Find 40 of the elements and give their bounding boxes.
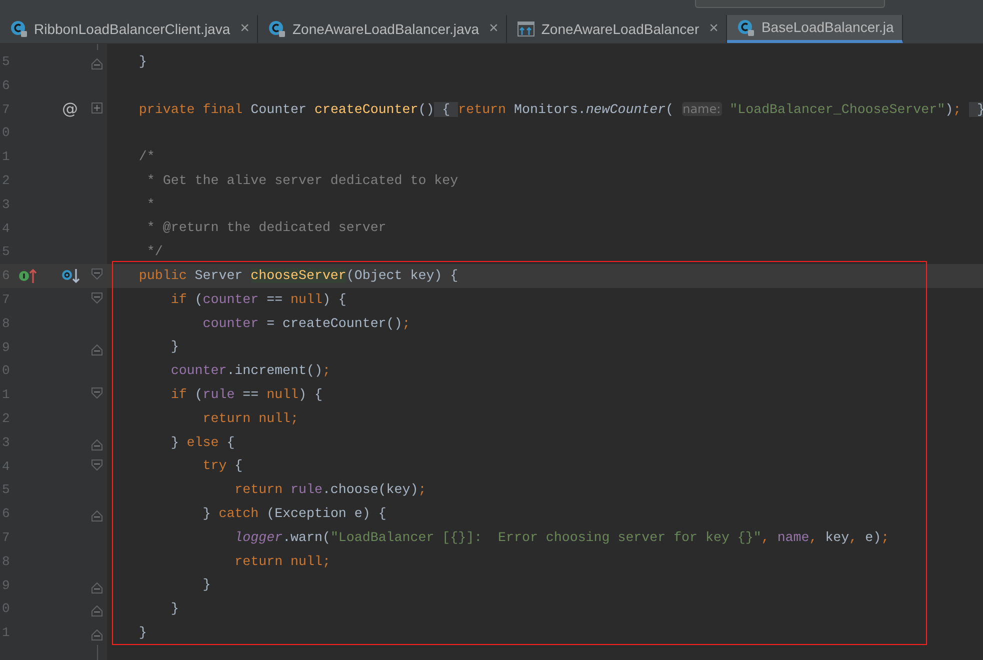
code-line: public Server chooseServer(Object key) { [138,267,458,286]
code-line: return rule.choose(key); [234,481,426,500]
code-line: if (counter == null) { [170,290,346,309]
close-icon[interactable]: × [489,17,498,41]
code-line: } [202,576,211,594]
code-line: counter.increment(); [170,362,330,380]
code-line: return null; [234,552,330,571]
class-file-icon [10,20,28,38]
code-line: } else { [170,434,235,452]
annotation-marker[interactable]: @ [62,100,78,118]
code-line: try { [202,457,243,476]
editor-tab[interactable]: ZoneAwareLoadBalancer × [507,15,728,43]
code-line: logger.warn("LoadBalancer [{}]: Error choosing server for key {}", name, key, e); [234,528,890,547]
tab-label: ZoneAwareLoadBalancer.java [292,20,480,39]
code-line: */ [146,243,163,262]
code-line: } [170,338,179,356]
implemented-method-icon[interactable] [18,268,38,284]
editor-tab[interactable]: RibbonLoadBalancerClient.java × [0,15,258,43]
editor-tab[interactable]: ZoneAwareLoadBalancer.java × [258,15,508,43]
code-line: counter = createCounter(); [202,314,410,333]
tab-label: ZoneAwareLoadBalancer [541,20,700,38]
tab-label: BaseLoadBalancer.ja [761,18,894,37]
close-icon[interactable]: × [709,17,718,41]
class-file-icon [268,20,286,38]
overridden-method-icon[interactable] [61,268,81,284]
code-line: * Get the alive server dedicated to key [146,172,458,190]
code-line: } [138,52,147,71]
code-line: if (rule == null) { [170,386,322,404]
editor-tab[interactable]: BaseLoadBalancer.ja [727,15,903,43]
code-line: return null; [202,410,299,428]
code-line: } catch (Exception e) { [202,505,386,524]
hierarchy-icon [517,21,536,37]
code-line: /* [138,148,155,166]
code-line: * @return the dedicated server [146,219,386,238]
code-line: } [138,624,147,642]
close-icon[interactable]: × [240,17,250,41]
tab-label: RibbonLoadBalancerClient.java [34,20,230,39]
code-line: * [146,196,155,214]
code-line: } [170,600,179,618]
class-file-icon [737,18,756,36]
